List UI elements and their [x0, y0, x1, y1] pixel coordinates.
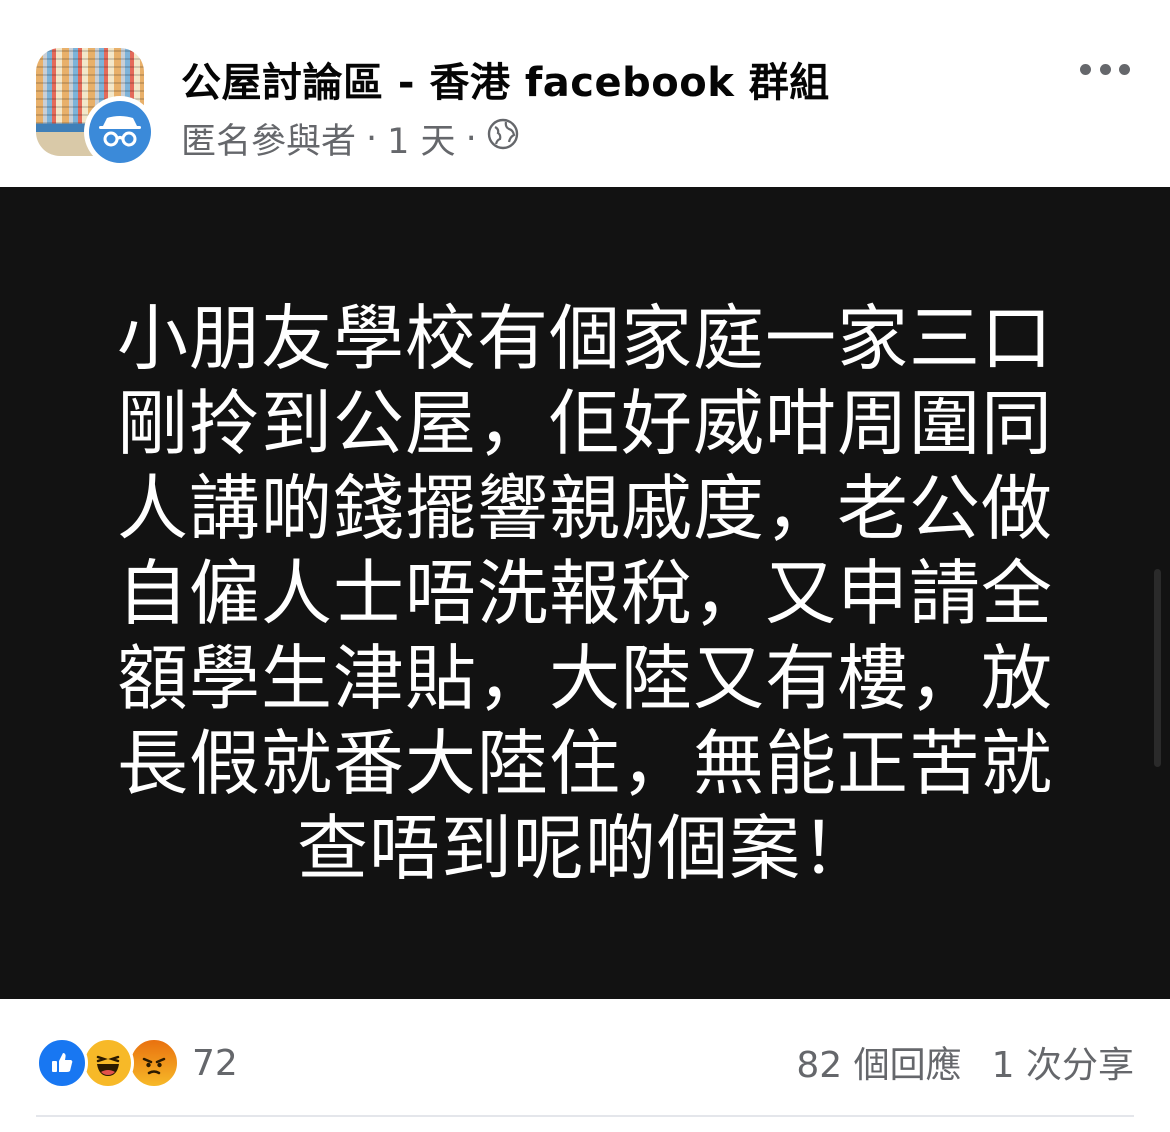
post-meta: 匿名參與者 · 1 天 · — [181, 113, 519, 164]
post-text-line: 小朋友學校有個家庭一家三口 — [116, 297, 1053, 380]
reaction-count: 72 — [192, 1042, 238, 1084]
group-name-link[interactable]: 公屋討論區 - 香港 facebook 群組 — [181, 50, 830, 108]
author-name[interactable]: 匿名參與者 — [181, 113, 356, 164]
post-text-line: 人講啲錢擺響親戚度，老公做 — [116, 467, 1053, 550]
engagement-stats: 82 個回應 1 次分享 — [796, 1036, 1134, 1088]
comments-count-link[interactable]: 82 個回應 — [796, 1036, 961, 1088]
footer-divider — [36, 1115, 1134, 1117]
more-dots-icon — [1080, 63, 1091, 75]
post-text-line: 查唔到呢啲個案！ — [296, 807, 873, 890]
shares-count-link[interactable]: 1 次分享 — [992, 1036, 1134, 1088]
post-header: 公屋討論區 - 香港 facebook 群組 匿名參與者 · 1 天 · — [0, 0, 1170, 187]
post-timestamp[interactable]: 1 天 — [387, 113, 455, 164]
angry-icon — [128, 1037, 180, 1089]
post-text-line: 長假就番大陸住，無能正苦就 — [116, 722, 1053, 805]
meta-separator: · — [465, 118, 477, 159]
anonymous-incognito-icon — [84, 96, 156, 168]
more-dot — [1099, 63, 1111, 75]
more-options-button[interactable] — [1080, 58, 1130, 80]
reactions-summary[interactable]: 72 — [36, 1037, 238, 1089]
like-icon — [36, 1037, 88, 1089]
post-text-line: 剛拎到公屋，佢好威咁周圍同 — [116, 382, 1053, 465]
globe-icon — [487, 118, 519, 159]
scrollbar-thumb[interactable] — [1154, 569, 1161, 767]
post-text-line: 額學生津貼，大陸又有樓，放 — [116, 637, 1053, 720]
post-text-line: 自僱人士唔洗報稅，又申請全 — [116, 552, 1053, 635]
more-dot — [1119, 63, 1130, 75]
haha-icon — [82, 1037, 134, 1089]
post-text: 小朋友學校有個家庭一家三口 剛拎到公屋，佢好威咁周圍同 人講啲錢擺響親戚度，老公… — [100, 296, 1070, 891]
meta-separator: · — [366, 118, 378, 159]
